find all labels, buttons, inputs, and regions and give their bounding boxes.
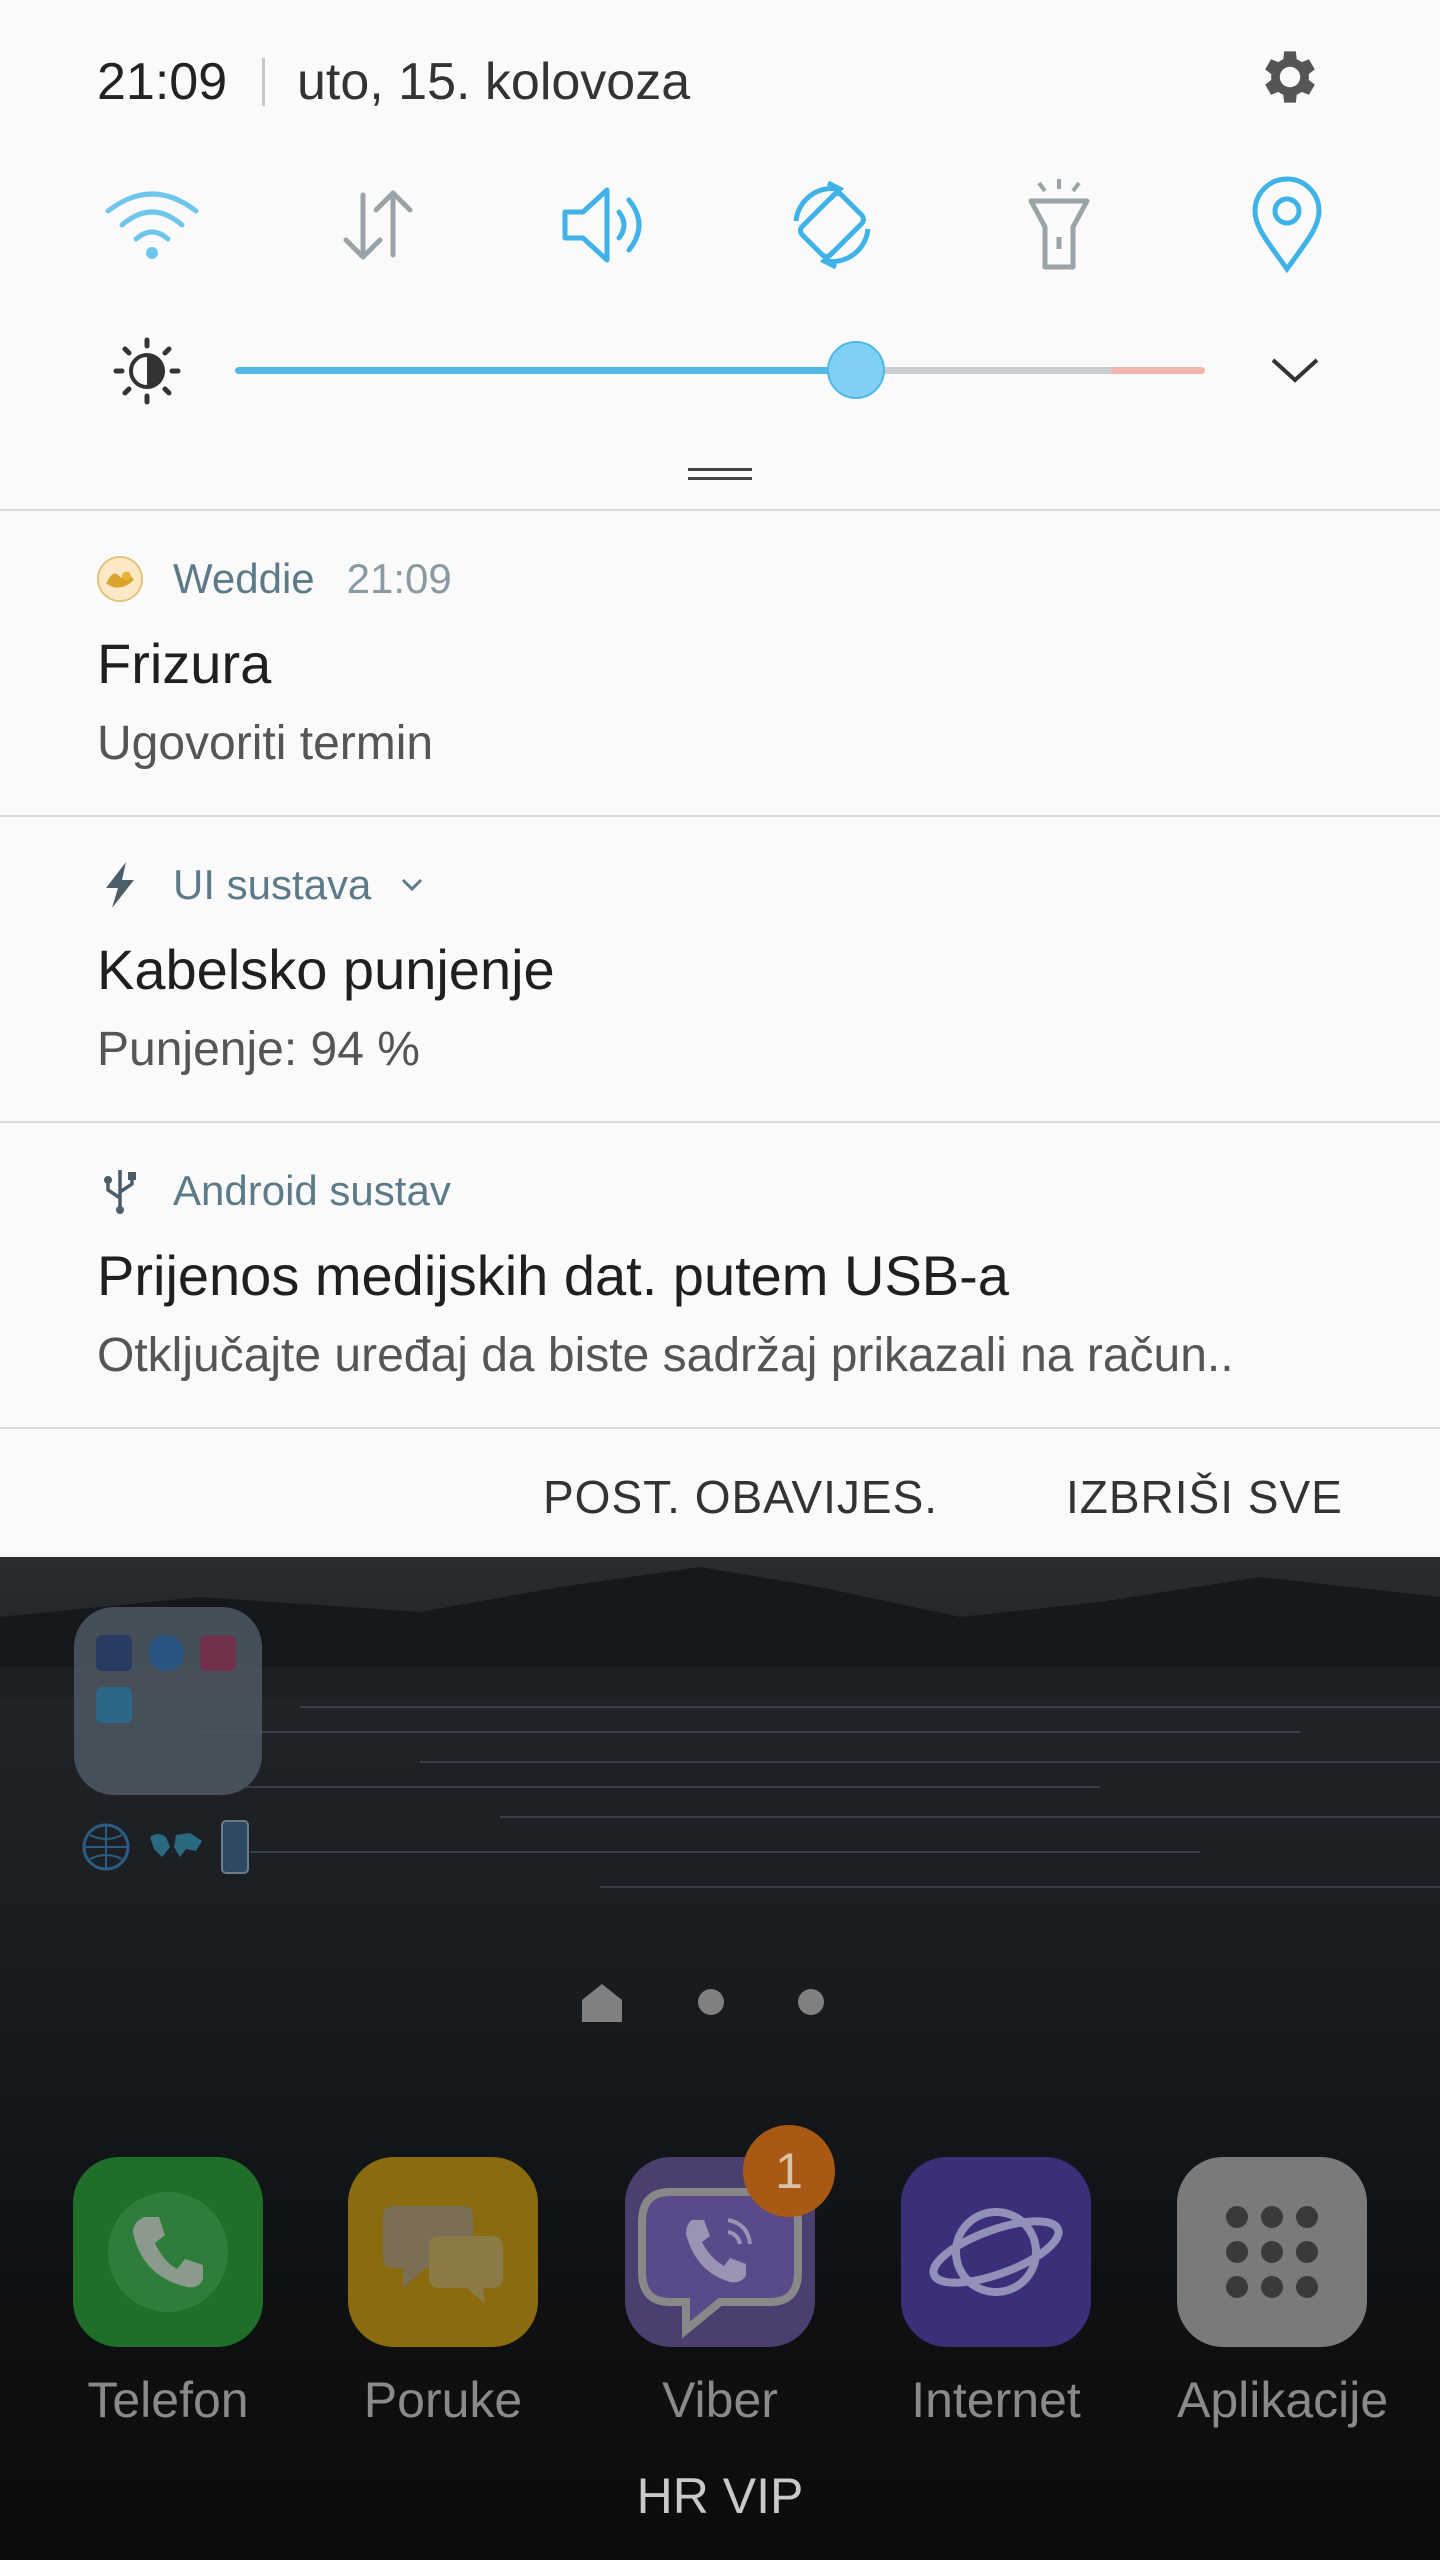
page-indicator (580, 1977, 824, 2027)
app-label: Internet (911, 2372, 1081, 2428)
instagram-icon (200, 1635, 236, 1671)
rotate-icon (793, 180, 871, 270)
notification-title: Kabelsko punjenje (97, 938, 555, 1001)
app-viber[interactable]: 1 Viber (625, 2125, 835, 2429)
notification-body: Otključajte uređaj da biste sadržaj prik… (97, 1329, 1234, 1382)
internet-app-icon (901, 2157, 1091, 2347)
clear-all-button[interactable]: IZBRIŠI SVE (1066, 1470, 1343, 1524)
date: uto, 15. kolovoza (297, 53, 691, 111)
notification-weddie[interactable]: Weddie 21:09 Frizura Ugovoriti termin (0, 511, 1440, 816)
app-name: UI sustava (173, 861, 372, 908)
drag-handle-icon[interactable] (688, 468, 752, 480)
chevron-down-icon[interactable] (397, 870, 427, 900)
notification-header: UI sustava (97, 855, 427, 915)
weddie-app-icon (97, 556, 143, 602)
notification-charging[interactable]: UI sustava Kabelsko punjenje Punjenje: 9… (0, 817, 1440, 1122)
app-telefon[interactable]: Telefon (73, 2157, 263, 2429)
social-folder[interactable] (74, 1607, 262, 1795)
phone-device-icon (221, 1820, 249, 1874)
unread-badge: 1 (743, 2125, 835, 2217)
wifi-toggle[interactable] (97, 170, 207, 280)
apps-grid-icon (1177, 2157, 1367, 2347)
app-name: Weddie (173, 555, 315, 602)
home-screen: Telefon Poruke 1 Viber Internet Aplikaci… (0, 1557, 1440, 2560)
app-dock: Telefon Poruke 1 Viber Internet Aplikaci… (0, 2125, 1440, 2457)
mobile-data-toggle[interactable] (323, 170, 433, 280)
home-indicator-icon (582, 1984, 622, 2022)
app-label: Telefon (87, 2372, 249, 2428)
settings-gear-icon[interactable] (1255, 42, 1325, 112)
app-aplikacije[interactable]: Aplikacije (1177, 2157, 1389, 2429)
phone-app-icon (73, 2157, 263, 2347)
separator (262, 58, 265, 106)
page-dot[interactable] (798, 1989, 824, 2015)
notification-actions: POST. OBAVIJES. IZBRIŠI SVE (0, 1430, 1440, 1557)
notification-panel: 21:09 uto, 15. kolovoza Weddie 21:09 Fri… (0, 0, 1440, 1557)
notification-usb[interactable]: Android sustav Prijenos medijskih dat. p… (0, 1123, 1440, 1428)
notification-body: Ugovoriti termin (97, 717, 434, 770)
notification-title: Prijenos medijskih dat. putem USB-a (97, 1244, 1009, 1307)
notification-settings-button[interactable]: POST. OBAVIJES. (543, 1470, 938, 1524)
notification-title: Frizura (97, 632, 272, 695)
divider (0, 1427, 1440, 1429)
notification-body: Punjenje: 94 % (97, 1023, 420, 1076)
status-row: 21:09 uto, 15. kolovoza (0, 0, 1440, 165)
app-label: Poruke (363, 2372, 523, 2428)
app-poruke[interactable]: Poruke (348, 2157, 538, 2429)
notification-header: Weddie 21:09 (97, 549, 452, 609)
auto-rotate-toggle[interactable] (777, 170, 887, 280)
brightness-fill (235, 367, 856, 374)
location-pin-icon (1252, 176, 1322, 274)
twitter-icon (96, 1687, 132, 1723)
quick-toggles (0, 170, 1440, 280)
brightness-row (0, 330, 1440, 410)
messages-app-icon (348, 2157, 538, 2347)
notification-header: Android sustav (97, 1161, 451, 1221)
speaker-icon (562, 187, 642, 263)
location-toggle[interactable] (1232, 170, 1342, 280)
notification-time: 21:09 (346, 555, 452, 602)
app-label: Aplikacije (1177, 2372, 1389, 2428)
flashlight-icon (1028, 179, 1090, 270)
world-map-icon (150, 1833, 202, 1857)
page-dot[interactable] (698, 1989, 724, 2015)
sound-toggle[interactable] (550, 170, 660, 280)
brightness-slider[interactable] (235, 341, 1205, 399)
messenger-icon (148, 1635, 184, 1671)
brightness-warning-zone (1111, 367, 1205, 374)
viber-app-icon: 1 (625, 2125, 835, 2347)
facebook-icon (96, 1635, 132, 1671)
brightness-thumb[interactable] (826, 341, 885, 399)
usb-icon (97, 1168, 143, 1214)
app-internet[interactable]: Internet (901, 2157, 1091, 2429)
brightness-icon (113, 337, 181, 405)
wifi-icon (105, 191, 199, 259)
app-label: Viber (662, 2372, 778, 2428)
carrier-label: HR VIP (636, 2468, 804, 2524)
folder-small-icons (80, 1819, 250, 1875)
chevron-down-icon[interactable] (1265, 350, 1325, 390)
clock: 21:09 (97, 53, 228, 111)
globe-icon (82, 1823, 130, 1871)
flashlight-toggle[interactable] (1004, 170, 1114, 280)
data-transfer-icon (343, 190, 413, 260)
app-name: Android sustav (173, 1167, 451, 1214)
lightning-icon (97, 862, 143, 908)
